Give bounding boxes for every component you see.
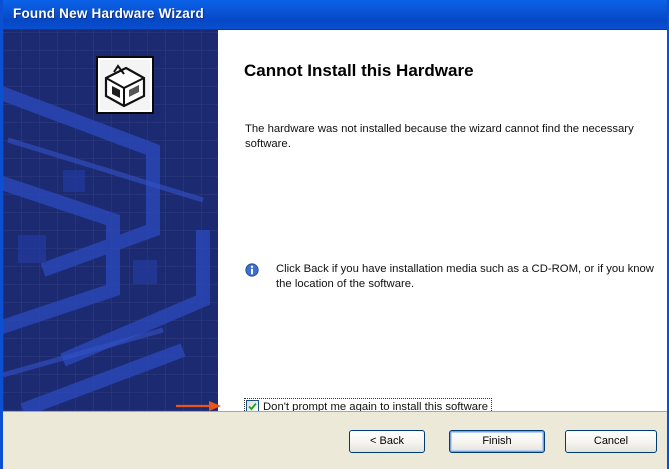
wizard-window: Found New Hardware Wizard Cannot Install… [0, 0, 669, 469]
back-button[interactable]: < Back [349, 430, 425, 453]
cancel-button[interactable]: Cancel [565, 430, 657, 453]
wizard-sidebar [3, 30, 218, 411]
info-icon [245, 263, 259, 277]
info-text: Click Back if you have installation medi… [276, 263, 654, 290]
error-message: The hardware was not installed because t… [245, 123, 634, 150]
finish-button[interactable]: Finish [449, 430, 545, 453]
hardware-wizard-icon [96, 56, 154, 114]
title-bar[interactable]: Found New Hardware Wizard [3, 0, 667, 30]
wizard-content: Cannot Install this Hardware The hardwar… [219, 30, 667, 415]
page-title: Cannot Install this Hardware [244, 61, 474, 80]
annotation-arrow-icon [176, 401, 221, 411]
window-title: Found New Hardware Wizard [13, 6, 204, 21]
